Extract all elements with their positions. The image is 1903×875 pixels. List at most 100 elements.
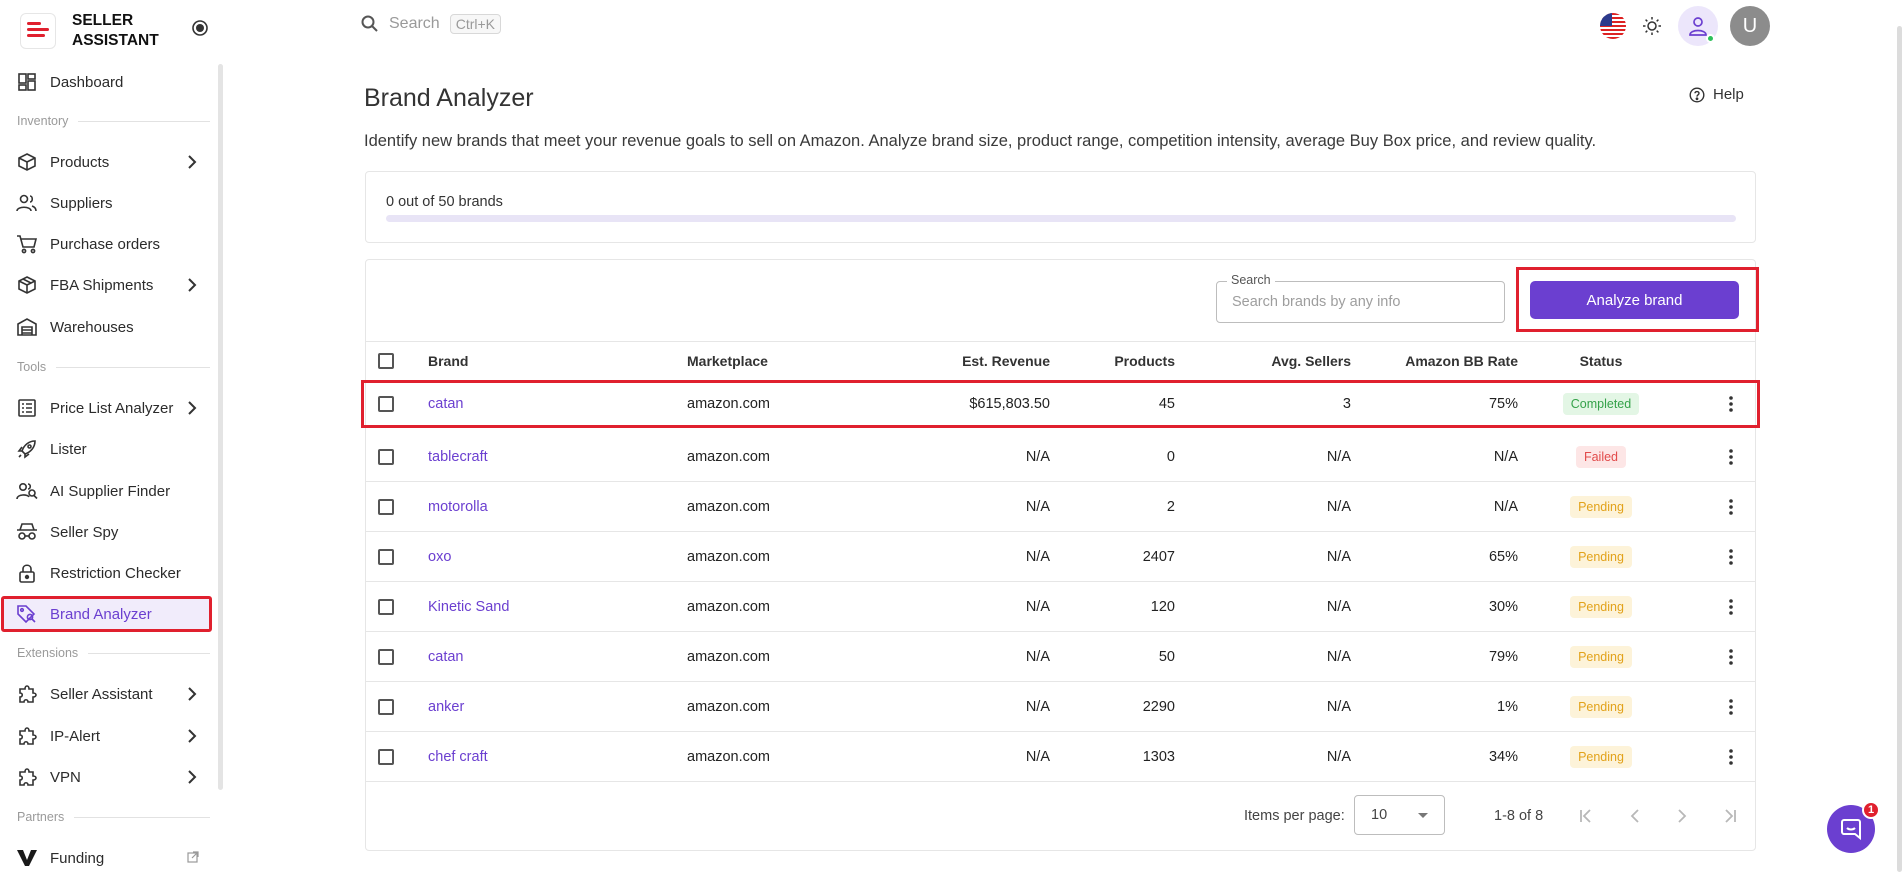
- last-page-icon[interactable]: [1717, 803, 1743, 829]
- brand-link[interactable]: anker: [428, 682, 464, 731]
- col-marketplace[interactable]: Marketplace: [687, 342, 768, 380]
- row-checkbox[interactable]: [378, 548, 394, 565]
- sidebar-scrollbar[interactable]: [218, 64, 223, 790]
- col-sellers[interactable]: Avg. Sellers: [1186, 342, 1351, 380]
- table-row[interactable]: oxo amazon.com N/A 2407 N/A 65% Pending: [366, 532, 1755, 582]
- col-revenue[interactable]: Est. Revenue: [786, 342, 1050, 380]
- col-bb-rate[interactable]: Amazon BB Rate: [1366, 342, 1518, 380]
- global-search[interactable]: Search Ctrl+K: [360, 14, 501, 34]
- revenue-cell: N/A: [1025, 748, 1050, 765]
- row-menu-icon[interactable]: [1721, 582, 1741, 631]
- row-menu-icon[interactable]: [1721, 732, 1741, 781]
- select-all-checkbox[interactable]: [378, 353, 394, 369]
- revenue-cell: N/A: [1025, 448, 1050, 465]
- page-scrollbar[interactable]: [1895, 10, 1903, 872]
- sidebar-item-funding[interactable]: Funding: [4, 841, 209, 875]
- col-brand[interactable]: Brand: [428, 342, 468, 380]
- items-per-page-select[interactable]: 10: [1354, 795, 1445, 835]
- avatar[interactable]: U: [1730, 6, 1770, 46]
- status-badge: Pending: [1570, 545, 1632, 568]
- brand-link[interactable]: tablecraft: [428, 432, 488, 481]
- marketplace-cell: amazon.com: [687, 598, 771, 615]
- account-button[interactable]: [1678, 6, 1718, 46]
- sidebar-item-lister[interactable]: Lister: [4, 432, 209, 466]
- col-status[interactable]: Status: [1541, 342, 1661, 380]
- table-row[interactable]: tablecraft amazon.com N/A 0 N/A N/A Failed: [366, 432, 1755, 482]
- row-checkbox[interactable]: [378, 396, 394, 412]
- revenue-cell: N/A: [1025, 548, 1050, 565]
- row-checkbox[interactable]: [378, 748, 394, 765]
- analyze-brand-button[interactable]: Analyze brand: [1530, 281, 1739, 319]
- theme-toggle-icon[interactable]: [1638, 12, 1666, 40]
- row-menu-icon[interactable]: [1721, 532, 1741, 581]
- sidebar-item-suppliers[interactable]: Suppliers: [4, 186, 209, 220]
- sidebar-item-label: VPN: [50, 768, 81, 786]
- row-checkbox[interactable]: [378, 498, 394, 515]
- sidebar-item-dashboard[interactable]: Dashboard: [4, 65, 209, 99]
- collapse-sidebar-icon[interactable]: [191, 19, 209, 37]
- items-per-page-value: 10: [1371, 807, 1388, 823]
- status-cell: Pending: [1541, 732, 1661, 781]
- row-checkbox[interactable]: [378, 698, 394, 715]
- status-badge: Failed: [1575, 445, 1627, 468]
- sidebar-item-brand-analyzer[interactable]: Brand Analyzer: [1, 596, 212, 632]
- sidebar-item-label: Restriction Checker: [50, 564, 181, 582]
- products-cell: 2290: [1142, 698, 1175, 715]
- marketplace-cell: amazon.com: [687, 498, 771, 515]
- app-logo[interactable]: SELLER ASSISTANT: [20, 8, 215, 54]
- first-page-icon[interactable]: [1573, 803, 1599, 829]
- prev-page-icon[interactable]: [1622, 803, 1648, 829]
- col-products[interactable]: Products: [1066, 342, 1175, 380]
- table-row[interactable]: Kinetic Sand amazon.com N/A 120 N/A 30% Pendin…: [366, 582, 1755, 632]
- row-menu-icon[interactable]: [1721, 682, 1741, 731]
- sidebar-item-fba-shipments[interactable]: FBA Shipments: [4, 268, 209, 302]
- sidebar-item-seller-assistant[interactable]: Seller Assistant: [4, 677, 209, 711]
- row-checkbox[interactable]: [378, 598, 394, 615]
- sidebar-item-ai-supplier-finder[interactable]: AI Supplier Finder: [4, 474, 209, 508]
- sidebar-item-label: IP-Alert: [50, 727, 101, 745]
- marketplace-cell: amazon.com: [687, 648, 771, 665]
- status-badge: Pending: [1570, 495, 1632, 518]
- brand-link[interactable]: motorolla: [428, 482, 488, 531]
- chat-button[interactable]: 1: [1827, 801, 1880, 853]
- sidebar-item-purchase-orders[interactable]: Purchase orders: [4, 227, 209, 261]
- table-header: Brand Marketplace Est. Revenue Products …: [366, 341, 1755, 381]
- sidebar-item-vpn[interactable]: VPN: [4, 760, 209, 794]
- chevron-right-icon: [185, 153, 199, 171]
- sidebar-item-ip-alert[interactable]: IP-Alert: [4, 719, 209, 753]
- funding-logo-icon: [15, 846, 39, 870]
- brand-link[interactable]: Kinetic Sand: [428, 582, 509, 631]
- row-checkbox-cell: [378, 482, 394, 531]
- sidebar-item-products[interactable]: Products: [4, 145, 209, 179]
- revenue-cell: N/A: [1025, 498, 1050, 515]
- table-row[interactable]: catan amazon.com N/A 50 N/A 79% Pending: [366, 632, 1755, 682]
- help-button[interactable]: Help: [1689, 86, 1744, 103]
- brand-search-input[interactable]: [1217, 282, 1504, 322]
- row-menu-icon[interactable]: [1721, 432, 1741, 481]
- brand-link[interactable]: catan: [428, 383, 463, 425]
- sellers-cell: N/A: [1326, 698, 1351, 715]
- usage-card: 0 out of 50 brands: [365, 171, 1756, 243]
- brand-link[interactable]: catan: [428, 632, 463, 681]
- us-flag-icon[interactable]: [1600, 13, 1626, 39]
- table-row[interactable]: anker amazon.com N/A 2290 N/A 1% Pending: [366, 682, 1755, 732]
- sidebar-item-price-list-analyzer[interactable]: Price List Analyzer: [4, 391, 209, 425]
- table-row[interactable]: motorolla amazon.com N/A 2 N/A N/A Pending: [366, 482, 1755, 532]
- page-scrollbar-thumb[interactable]: [1897, 26, 1902, 872]
- table-row[interactable]: catan amazon.com $615,803.50 45 3 75% Complete…: [361, 380, 1760, 428]
- row-checkbox[interactable]: [378, 448, 394, 465]
- next-page-icon[interactable]: [1669, 803, 1695, 829]
- status-cell: Failed: [1541, 432, 1661, 481]
- row-checkbox-cell: [378, 732, 394, 781]
- sidebar-item-restriction-checker[interactable]: Restriction Checker: [4, 556, 209, 590]
- brand-search-field[interactable]: Search: [1216, 273, 1505, 323]
- sidebar-item-seller-spy[interactable]: Seller Spy: [4, 515, 209, 549]
- row-menu-icon[interactable]: [1721, 632, 1741, 681]
- sidebar-item-warehouses[interactable]: Warehouses: [4, 310, 209, 344]
- row-checkbox[interactable]: [378, 648, 394, 665]
- brand-link[interactable]: chef craft: [428, 732, 488, 781]
- table-row[interactable]: chef craft amazon.com N/A 1303 N/A 34% Pending: [366, 732, 1755, 782]
- row-menu-icon[interactable]: [1721, 482, 1741, 531]
- brand-link[interactable]: oxo: [428, 532, 451, 581]
- row-menu-icon[interactable]: [1721, 383, 1741, 425]
